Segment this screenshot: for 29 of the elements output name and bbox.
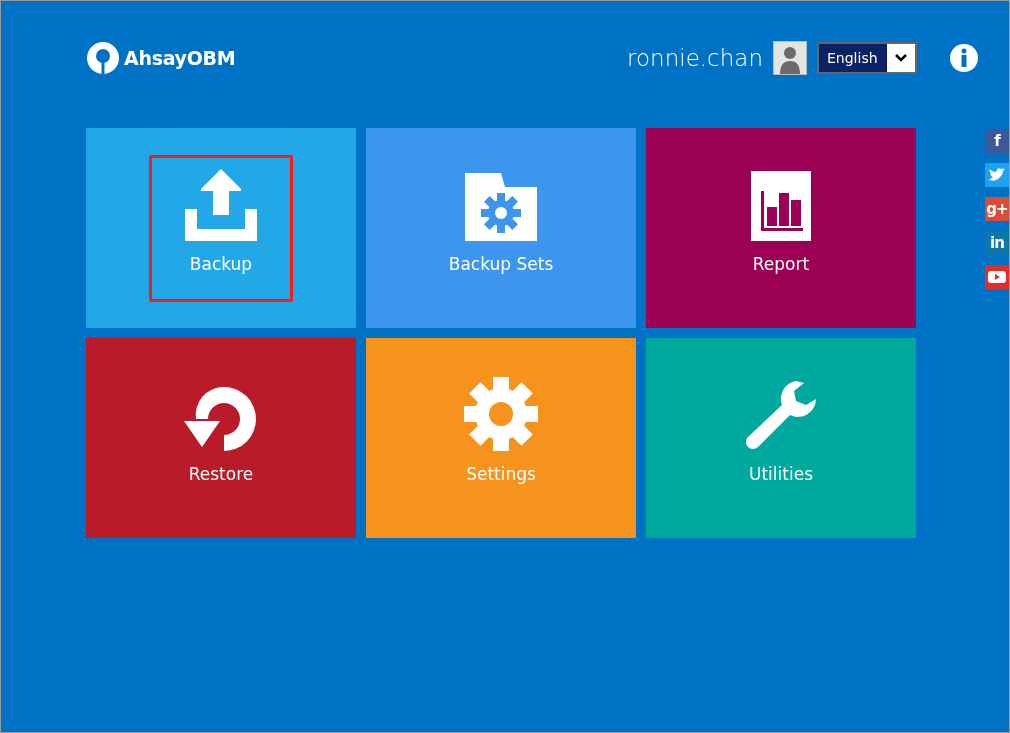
chevron-icon <box>895 54 907 62</box>
logo-text: AhsayOBM <box>124 47 236 69</box>
restore-arrow-icon <box>184 384 258 451</box>
info-icon[interactable] <box>949 43 979 73</box>
upload-icon <box>185 168 257 241</box>
tile-button[interactable]: Backup <box>86 128 356 328</box>
username[interactable]: ronnie.chan <box>627 45 763 71</box>
gear-icon <box>464 376 538 451</box>
tile-label: Backup <box>189 252 253 275</box>
tile-label: Backup Sets <box>448 252 554 275</box>
tile-button[interactable]: Utilities <box>646 338 916 538</box>
wrench-icon <box>744 378 818 451</box>
bar-chart-icon <box>751 170 811 241</box>
logo-icon <box>86 41 120 75</box>
tile-label: Report <box>752 252 810 275</box>
tile-button[interactable]: Restore <box>86 338 356 538</box>
tile-button[interactable]: Backup Sets <box>366 128 636 328</box>
play-icon[interactable] <box>985 265 1009 289</box>
tile-label: Restore <box>188 462 254 485</box>
tile-label: Settings <box>466 462 536 485</box>
tile-label: Utilities <box>749 462 813 485</box>
social-link[interactable]: f <box>985 129 1009 153</box>
language-dropdown[interactable]: English <box>817 42 917 74</box>
avatar-icon[interactable] <box>773 41 807 75</box>
bird-icon[interactable] <box>985 163 1009 187</box>
tile-button[interactable]: Report <box>646 128 916 328</box>
social-link[interactable]: g+ <box>985 197 1009 221</box>
folder-gear-icon <box>465 172 537 241</box>
social-link[interactable]: in <box>985 231 1009 255</box>
